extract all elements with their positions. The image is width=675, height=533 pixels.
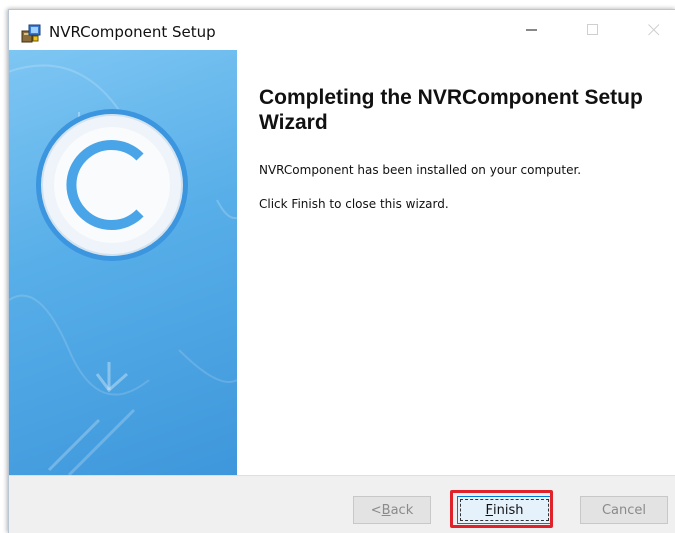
wizard-content: Completing the NVRComponent Setup Wizard… <box>237 50 675 475</box>
finish-button[interactable]: Finish <box>457 496 552 524</box>
installed-message: NVRComponent has been installed on your … <box>259 163 582 177</box>
installer-icon <box>20 23 42 43</box>
cancel-button[interactable]: Cancel <box>580 496 668 524</box>
back-button-prefix: < <box>370 502 382 518</box>
close-button[interactable] <box>631 10 675 50</box>
title-bar: NVRComponent Setup <box>9 10 675 50</box>
finish-instruction: Click Finish to close this wizard. <box>259 197 449 211</box>
maximize-button[interactable] <box>570 10 616 50</box>
back-button-label: ack <box>390 502 414 518</box>
cancel-button-label: Cancel <box>601 502 647 518</box>
close-icon <box>648 24 660 36</box>
finish-button-label: inish <box>493 502 524 518</box>
maximize-icon <box>587 24 598 35</box>
wizard-banner <box>9 50 237 475</box>
finish-button-accelerator: F <box>485 502 493 518</box>
window-title: NVRComponent Setup <box>49 23 216 41</box>
button-bar: < Back Finish Cancel <box>9 475 675 533</box>
page-title: Completing the NVRComponent Setup Wizard <box>259 86 643 134</box>
setup-window: NVRComponent Setup Completing the NVRCom… <box>8 9 675 533</box>
product-logo-icon <box>36 109 188 261</box>
back-button[interactable]: < Back <box>353 496 431 524</box>
minimize-icon <box>526 29 537 31</box>
minimize-button[interactable] <box>509 10 555 50</box>
back-button-accelerator: B <box>381 502 391 518</box>
